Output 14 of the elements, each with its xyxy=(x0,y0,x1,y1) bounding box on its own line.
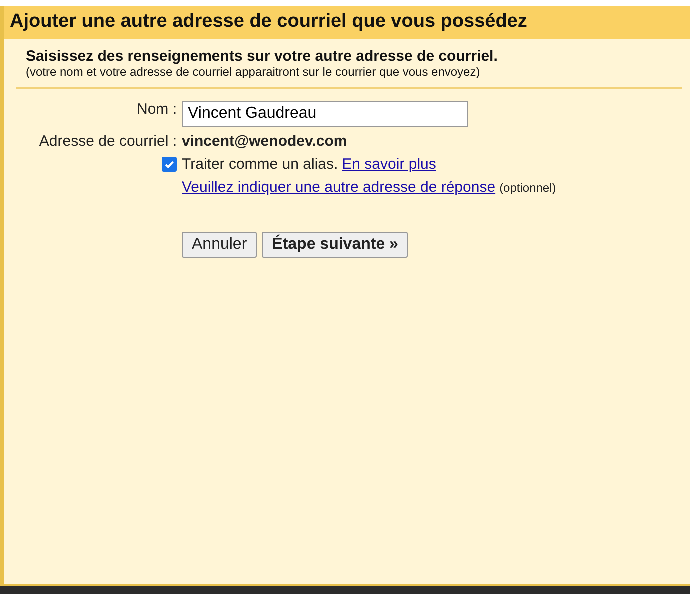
name-label: Nom : xyxy=(136,101,177,118)
learn-more-link[interactable]: En savoir plus xyxy=(342,156,436,173)
next-step-button[interactable]: Étape suivante » xyxy=(262,232,408,258)
optional-note: (optionnel) xyxy=(500,181,556,195)
reply-address-link[interactable]: Veuillez indiquer une autre adresse de réponse xyxy=(182,179,496,196)
alias-label: Traiter comme un alias. xyxy=(182,156,338,173)
email-value: vincent@wenodev.com xyxy=(182,133,348,150)
cancel-button[interactable]: Annuler xyxy=(182,232,258,258)
alias-checkbox[interactable] xyxy=(162,157,177,172)
section-heading: Saisissez des renseignements sur votre autre adresse de courriel. xyxy=(26,48,499,65)
section-note: (votre nom et votre adresse de courriel apparaitront sur le courrier que vous envoyez) xyxy=(26,65,482,79)
dialog-title: Ajouter une autre adresse de courriel que vous possédez xyxy=(4,6,690,39)
name-field[interactable]: Vincent Gaudreau xyxy=(182,101,468,127)
email-label: Adresse de courriel : xyxy=(38,133,177,150)
